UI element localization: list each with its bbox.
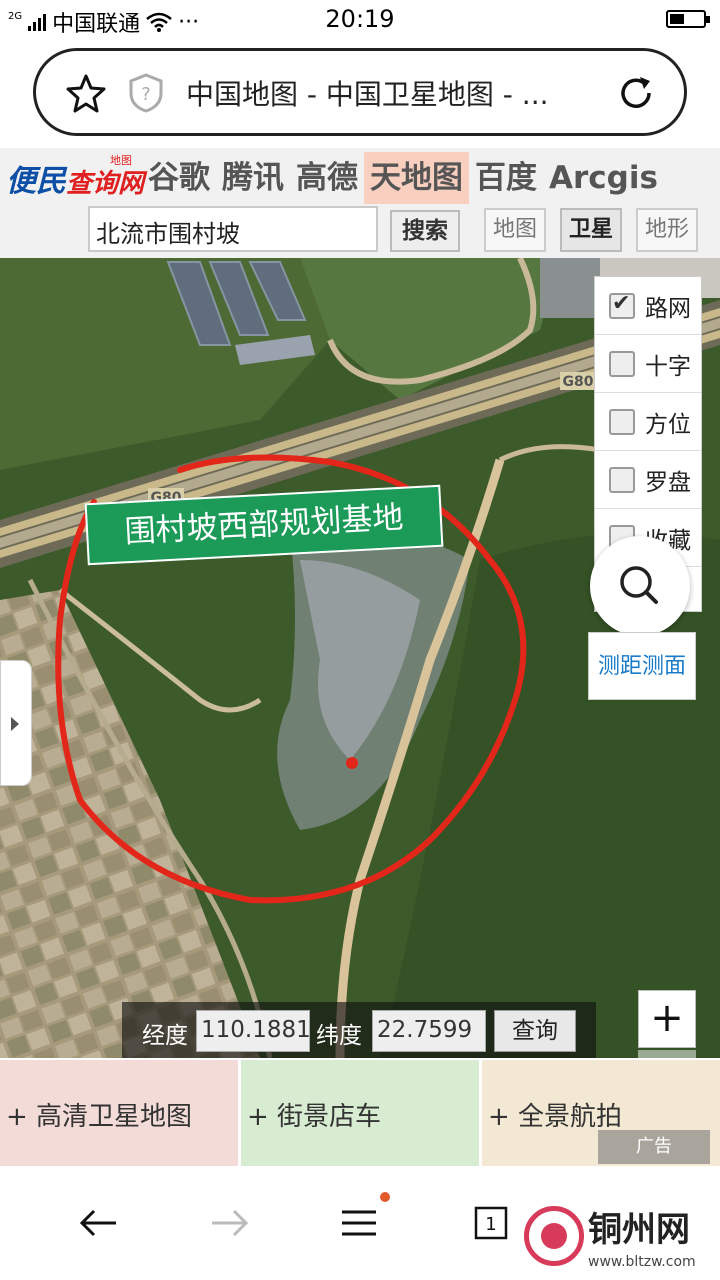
longitude-input[interactable]: 110.1881 [196,1010,310,1052]
tab-arcgis[interactable]: Arcgis [543,152,664,204]
map-type-map[interactable]: 地图 [484,208,546,252]
layer-checkbox[interactable] [609,467,635,493]
watermark-name: 铜州网 [588,1210,690,1250]
menu-icon[interactable] [334,1198,384,1248]
side-panel-toggle[interactable] [0,660,32,786]
watermark-url: www.bltzw.com [588,1254,696,1270]
street-view-link[interactable]: + 街景店车 [241,1060,479,1166]
layer-compass[interactable]: 罗盘 [595,451,701,509]
search-button[interactable]: 搜索 [390,210,460,252]
tab-tencent[interactable]: 腾讯 [216,152,290,204]
search-icon [620,566,658,604]
coordinate-query-button[interactable]: 查询 [494,1010,576,1052]
layer-checkbox[interactable] [609,291,635,319]
latitude-label: 纬度 [316,1023,362,1049]
clock: 20:19 [325,5,395,33]
tab-amap[interactable]: 高德 [290,152,364,204]
layer-direction[interactable]: 方位 [595,393,701,451]
layer-crosshair[interactable]: 十字 [595,335,701,393]
longitude-label: 经度 [142,1023,188,1049]
tab-baidu[interactable]: 百度 [469,152,543,204]
site-logo[interactable]: 便民 查询网 地图 [6,152,144,200]
map-type-terrain[interactable]: 地形 [636,208,698,252]
map-type-satellite[interactable]: 卫星 [560,208,622,252]
site-security-icon[interactable]: ? [128,73,164,113]
back-icon[interactable] [74,1198,124,1248]
search-input[interactable]: 北流市围村坡 [88,206,378,252]
tab-google[interactable]: 谷歌 [142,152,216,204]
tabs-icon[interactable]: 1 [466,1198,516,1248]
tab-count: 1 [485,1214,496,1235]
status-bar: 2G 中国联通 ··· 20:19 [0,0,720,38]
hd-satellite-link[interactable]: + 高清卫星地图 [0,1060,238,1166]
svg-text:?: ? [141,84,151,105]
map-provider-tabs: 谷歌 腾讯 高德 天地图 百度 Arcgis [142,152,664,204]
page-title[interactable]: 中国地图 - 中国卫星地图 - ... [186,73,549,113]
site-header: 便民 查询网 地图 谷歌 腾讯 高德 天地图 百度 Arcgis 北流市围村坡 … [0,148,720,258]
battery-icon [666,10,710,28]
chevron-right-icon [11,717,19,731]
coordinate-query-bar: 经度 110.1881 纬度 22.7599 查询 [122,1002,596,1058]
forward-icon[interactable] [204,1198,254,1248]
zoom-in-button[interactable]: + [638,990,696,1048]
measure-button[interactable]: 测距测面 [588,632,696,700]
layer-road-network[interactable]: 路网 [595,277,701,335]
watermark: 铜州网 www.bltzw.com [518,1200,716,1278]
watermark-logo-icon [524,1206,584,1266]
reload-icon[interactable] [616,73,656,113]
notification-dot [380,1192,390,1202]
address-bar[interactable]: ? 中国地图 - 中国卫星地图 - ... [33,48,687,136]
bookmark-star-icon[interactable] [66,73,106,113]
layer-checkbox[interactable] [609,409,635,435]
latitude-input[interactable]: 22.7599 [372,1010,486,1052]
layer-checkbox[interactable] [609,351,635,377]
road-label-right: G80 [563,374,594,390]
tab-tianditu[interactable]: 天地图 [364,152,469,204]
ad-badge[interactable]: 广告 [598,1130,710,1164]
map-search-button[interactable] [590,536,690,636]
